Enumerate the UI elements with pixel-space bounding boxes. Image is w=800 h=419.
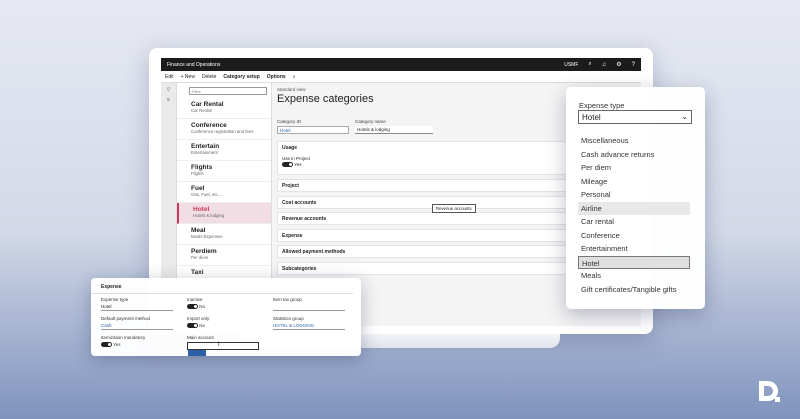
itemization-value: Yes <box>113 342 121 347</box>
app-title: Finance and Operations <box>167 61 221 68</box>
list-item[interactable]: Hotel Hotels & lodging <box>177 203 271 224</box>
list-item-title: Car Rental <box>191 101 224 108</box>
top-bar: Finance and Operations USMF ⌕ ♫ ⚙ ? <box>161 58 641 71</box>
delete-button[interactable]: Delete <box>202 74 216 80</box>
category-name-field[interactable]: Hotels & lodging <box>355 126 433 134</box>
section-project[interactable]: Project <box>277 179 577 192</box>
option-entertainment[interactable]: Entertainment <box>578 242 690 255</box>
statistics-group-field[interactable]: HOTEL & LODGING <box>273 323 345 330</box>
section-revenue-accounts[interactable]: Revenue accounts <box>277 212 577 225</box>
option-conference[interactable]: Conference <box>578 229 690 242</box>
search-icon[interactable]: ⌕ <box>588 61 591 68</box>
list-item[interactable]: Entertain Entertainment <box>177 140 271 161</box>
list-item-title: Fuel <box>191 185 205 192</box>
item-tax-group-field[interactable] <box>273 304 345 311</box>
inactive-label: Inactive <box>187 297 203 302</box>
filter-icon[interactable]: ▽ <box>161 87 176 93</box>
use-in-project-label: Use in Project <box>282 156 311 161</box>
use-in-project-toggle[interactable] <box>282 162 293 168</box>
expense-type-dropdown-panel: Expense type Hotel ⌄ Miscellaneous Cash ad… <box>566 87 705 309</box>
itemization-label: Itemization mandatory <box>101 335 146 340</box>
section-subcategories[interactable]: Subcategories <box>277 261 577 275</box>
list-item-subtitle: Conference registration and fees <box>191 129 254 134</box>
list-item-title: Flights <box>191 164 213 171</box>
list-item-subtitle: Entertainment <box>191 150 218 155</box>
inactive-toggle[interactable] <box>187 304 198 310</box>
list-item-subtitle: Per diem <box>191 255 209 260</box>
list-item-title: Perdiem <box>191 248 217 255</box>
option-gift-certificates-tangible-gifts[interactable]: Gift certificates/Tangible gifts <box>578 283 690 296</box>
list-icon[interactable]: ≡ <box>161 97 176 103</box>
action-pane: Edit + New Delete Category setup Options… <box>161 71 641 83</box>
text-selection-highlight <box>188 350 206 356</box>
new-button[interactable]: + New <box>181 74 195 80</box>
options-button[interactable]: Options <box>267 74 286 80</box>
section-cost-accounts[interactable]: Cost accounts <box>277 195 577 209</box>
list-item[interactable]: Perdiem Per diem <box>177 245 271 266</box>
import-only-toggle[interactable] <box>187 323 198 329</box>
list-item-subtitle: Flights <box>191 171 204 176</box>
list-item-title: Taxi <box>191 269 204 276</box>
list-item[interactable]: Car Rental Car Rental <box>177 98 271 119</box>
expense-fasttab-panel: Expense Expense type Hotel Default payme… <box>91 278 361 356</box>
category-id-field[interactable]: Hotel <box>277 126 349 134</box>
filter-input[interactable]: Filter <box>189 87 267 95</box>
list-item[interactable]: Conference Conference registration and fe… <box>177 119 271 140</box>
expense-type-label: Expense type <box>101 297 129 302</box>
import-only-value: No <box>199 323 206 328</box>
section-usage[interactable]: Usage Use in Project Yes <box>277 141 577 175</box>
category-id-label: Category ID <box>277 119 302 124</box>
option-per-diem[interactable]: Per diem <box>578 161 690 174</box>
option-cash-advance-returns[interactable]: Cash advance returns <box>578 148 690 161</box>
revenue-accounts-tooltip: Revenue accounts <box>432 204 476 213</box>
list-item-subtitle: Car Rental <box>191 108 212 113</box>
statistics-group-label: Statistics group <box>273 316 304 321</box>
list-item-subtitle: Gas, Fuel, etc... <box>191 192 222 197</box>
option-miscellaneous[interactable]: Miscellaneous <box>578 134 690 147</box>
gear-icon[interactable]: ⚙ <box>616 61 621 68</box>
edit-button[interactable]: Edit <box>165 74 174 80</box>
text-cursor-icon: I <box>218 342 220 348</box>
list-item-title: Hotel <box>193 206 210 213</box>
brand-logo-icon <box>759 381 780 402</box>
option-airline[interactable]: Airline <box>578 201 690 215</box>
category-name-label: Category name <box>355 119 386 124</box>
main-account-field[interactable]: I <box>187 342 259 356</box>
expense-type-value: Hotel <box>582 113 601 122</box>
company-label[interactable]: USMF <box>564 62 578 68</box>
list-item-subtitle: Meals Expenses <box>191 234 223 239</box>
list-item[interactable]: Flights Flights <box>177 161 271 182</box>
option-personal[interactable]: Personal <box>578 188 690 201</box>
section-usage-title: Usage <box>282 145 298 151</box>
itemization-toggle[interactable] <box>101 342 112 348</box>
option-meals[interactable]: Meals <box>578 269 690 282</box>
expense-type-label: Expense type <box>579 101 625 110</box>
category-setup-button[interactable]: Category setup <box>223 74 259 80</box>
list-item-subtitle: Hotels & lodging <box>193 213 225 218</box>
bell-icon[interactable]: ♫ <box>602 62 607 68</box>
list-item[interactable]: Meal Meals Expenses <box>177 224 271 245</box>
chevron-down-icon: ⌄ <box>681 112 688 121</box>
option-mileage[interactable]: Mileage <box>578 175 690 188</box>
list-item-title: Meal <box>191 227 206 234</box>
search-icon[interactable]: ⌕ <box>293 74 296 80</box>
expense-panel-header: Expense <box>91 278 353 294</box>
expense-type-field[interactable]: Hotel <box>101 304 173 311</box>
expense-type-select[interactable]: Hotel ⌄ <box>578 110 692 124</box>
inactive-value: No <box>199 304 206 309</box>
default-payment-field[interactable]: Cash <box>101 323 173 330</box>
list-item-title: Entertain <box>191 143 220 150</box>
help-icon[interactable]: ? <box>632 62 635 68</box>
main-account-label: Main account <box>187 335 214 340</box>
list-item-title: Conference <box>191 122 227 129</box>
list-item[interactable]: Fuel Gas, Fuel, etc... <box>177 182 271 203</box>
use-in-project-value: Yes <box>294 162 302 167</box>
import-only-label: Import only <box>187 316 210 321</box>
section-expense[interactable]: Expense <box>277 228 577 242</box>
option-hotel[interactable]: Hotel <box>578 255 690 269</box>
default-payment-label: Default payment method <box>101 316 151 321</box>
section-allowed-payment-methods[interactable]: Allowed payment methods <box>277 245 577 258</box>
option-car-rental[interactable]: Car rental <box>578 215 690 228</box>
item-tax-group-label: Item tax group <box>273 297 302 302</box>
